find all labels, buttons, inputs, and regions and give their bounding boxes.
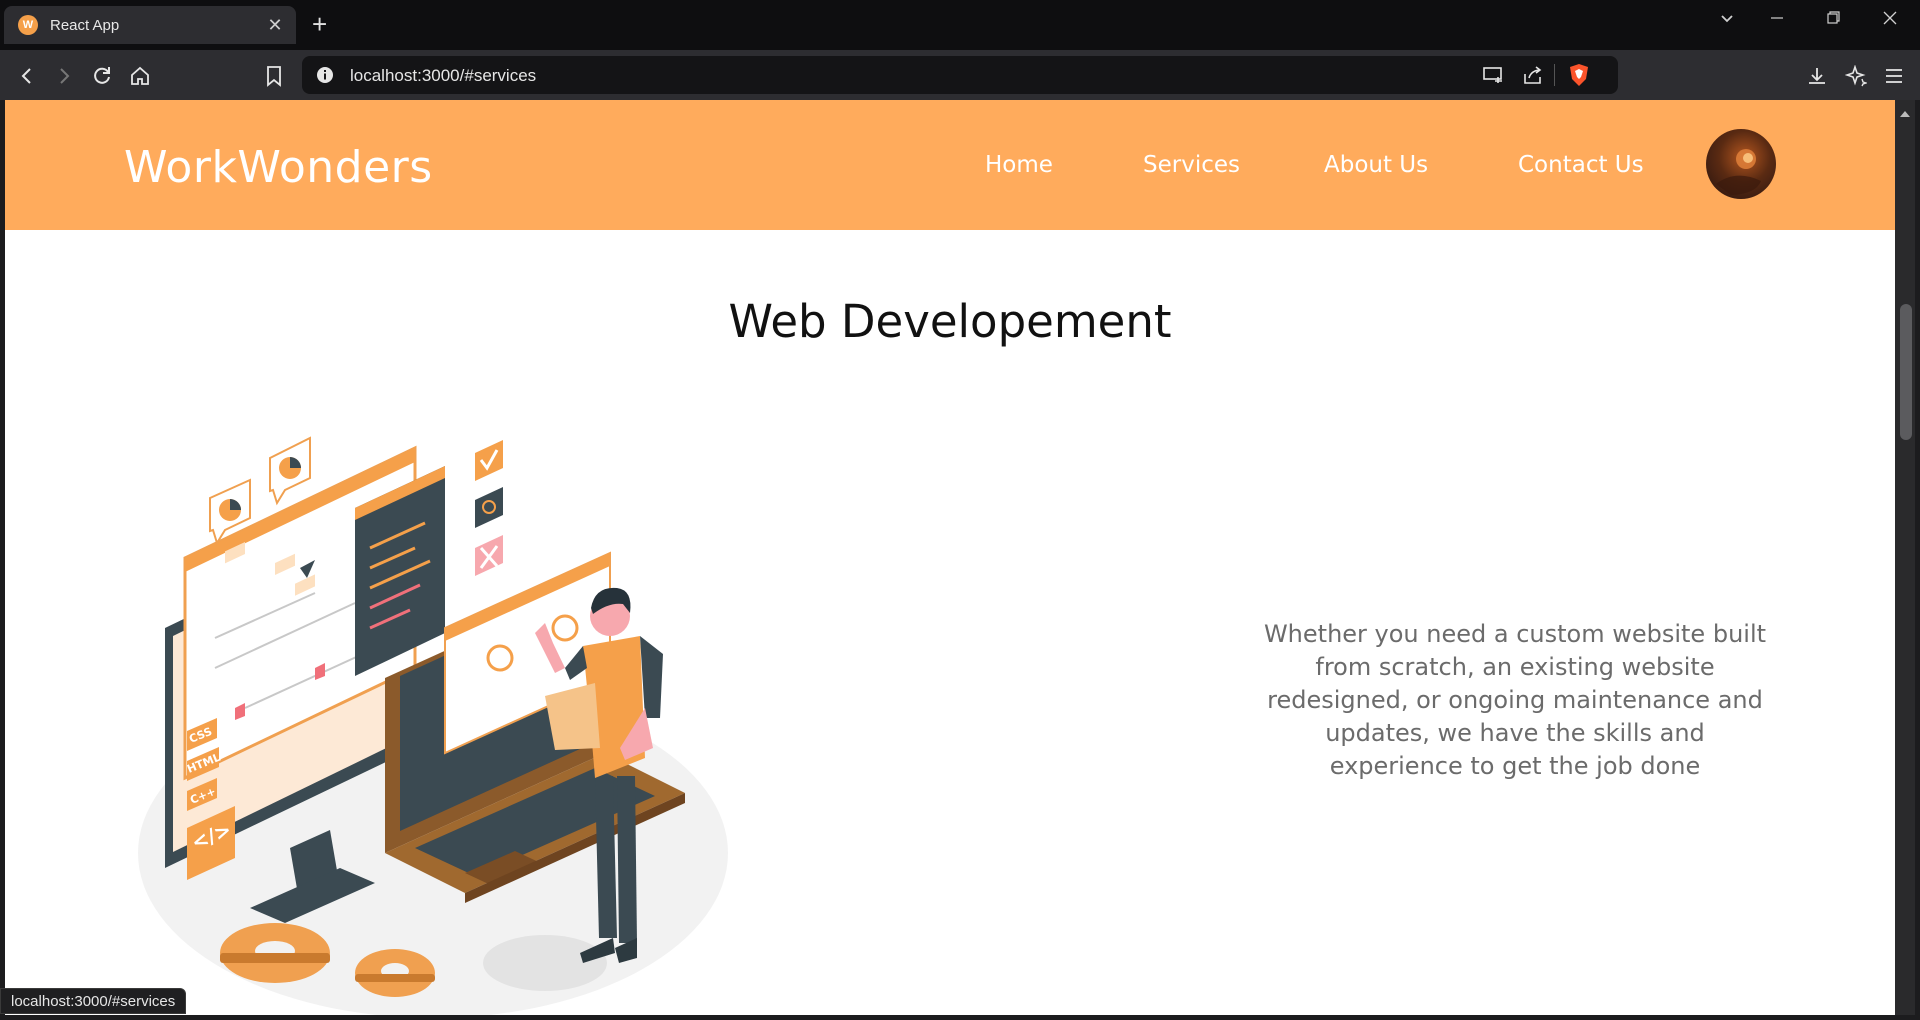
tab-favicon-icon: W [18, 15, 38, 35]
scroll-up-icon[interactable] [1900, 104, 1910, 122]
back-icon[interactable] [14, 63, 40, 89]
site-navbar: WorkWonders Home Services About Us Conta… [5, 100, 1895, 230]
tab-title: React App [50, 16, 120, 34]
address-bar[interactable]: localhost:3000/#services [302, 56, 1618, 94]
cast-icon[interactable] [1482, 65, 1504, 90]
nav-link-about-us[interactable]: About Us [1324, 152, 1428, 178]
tab-close-icon[interactable]: ✕ [264, 15, 286, 36]
scroll-thumb[interactable] [1900, 304, 1912, 440]
brave-shield-icon[interactable] [1568, 63, 1590, 92]
browser-toolbar: localhost:3000/#services [0, 50, 1920, 100]
page-viewport: WorkWonders Home Services About Us Conta… [5, 100, 1895, 1015]
user-avatar[interactable] [1706, 129, 1776, 199]
page-scrollbar[interactable] [1895, 100, 1915, 1015]
info-icon[interactable] [316, 66, 334, 89]
leo-ai-icon[interactable] [1843, 63, 1869, 89]
close-window-icon[interactable] [1877, 10, 1903, 31]
download-icon[interactable] [1804, 63, 1830, 89]
omnibox-divider [1554, 64, 1555, 86]
browser-tab[interactable]: W React App ✕ [4, 6, 296, 44]
reload-icon[interactable] [89, 63, 115, 89]
nav-link-services[interactable]: Services [1143, 152, 1240, 178]
window-bottom-edge [0, 1015, 1920, 1020]
minimize-icon[interactable] [1764, 10, 1790, 31]
section-title: Web Developement [728, 295, 1172, 348]
status-url-tooltip: localhost:3000/#services [0, 988, 187, 1014]
menu-icon[interactable] [1881, 63, 1907, 89]
nav-link-home[interactable]: Home [985, 152, 1053, 178]
nav-link-contact-us[interactable]: Contact Us [1518, 152, 1644, 178]
bookmark-icon[interactable] [261, 63, 287, 89]
tab-strip: W React App ✕ + [0, 0, 1920, 50]
tab-search-chevron-icon[interactable] [1714, 10, 1740, 31]
section-description: Whether you need a custom website built … [1263, 620, 1767, 780]
restore-icon[interactable] [1820, 10, 1846, 31]
share-icon[interactable] [1522, 65, 1544, 90]
home-icon[interactable] [127, 63, 153, 89]
site-brand[interactable]: WorkWonders [124, 142, 433, 193]
forward-icon[interactable] [51, 63, 77, 89]
url-text[interactable]: localhost:3000/#services [350, 66, 536, 86]
web-development-illustration: CSS HTML C++ </> [125, 418, 735, 1015]
new-tab-icon[interactable]: + [312, 10, 327, 38]
